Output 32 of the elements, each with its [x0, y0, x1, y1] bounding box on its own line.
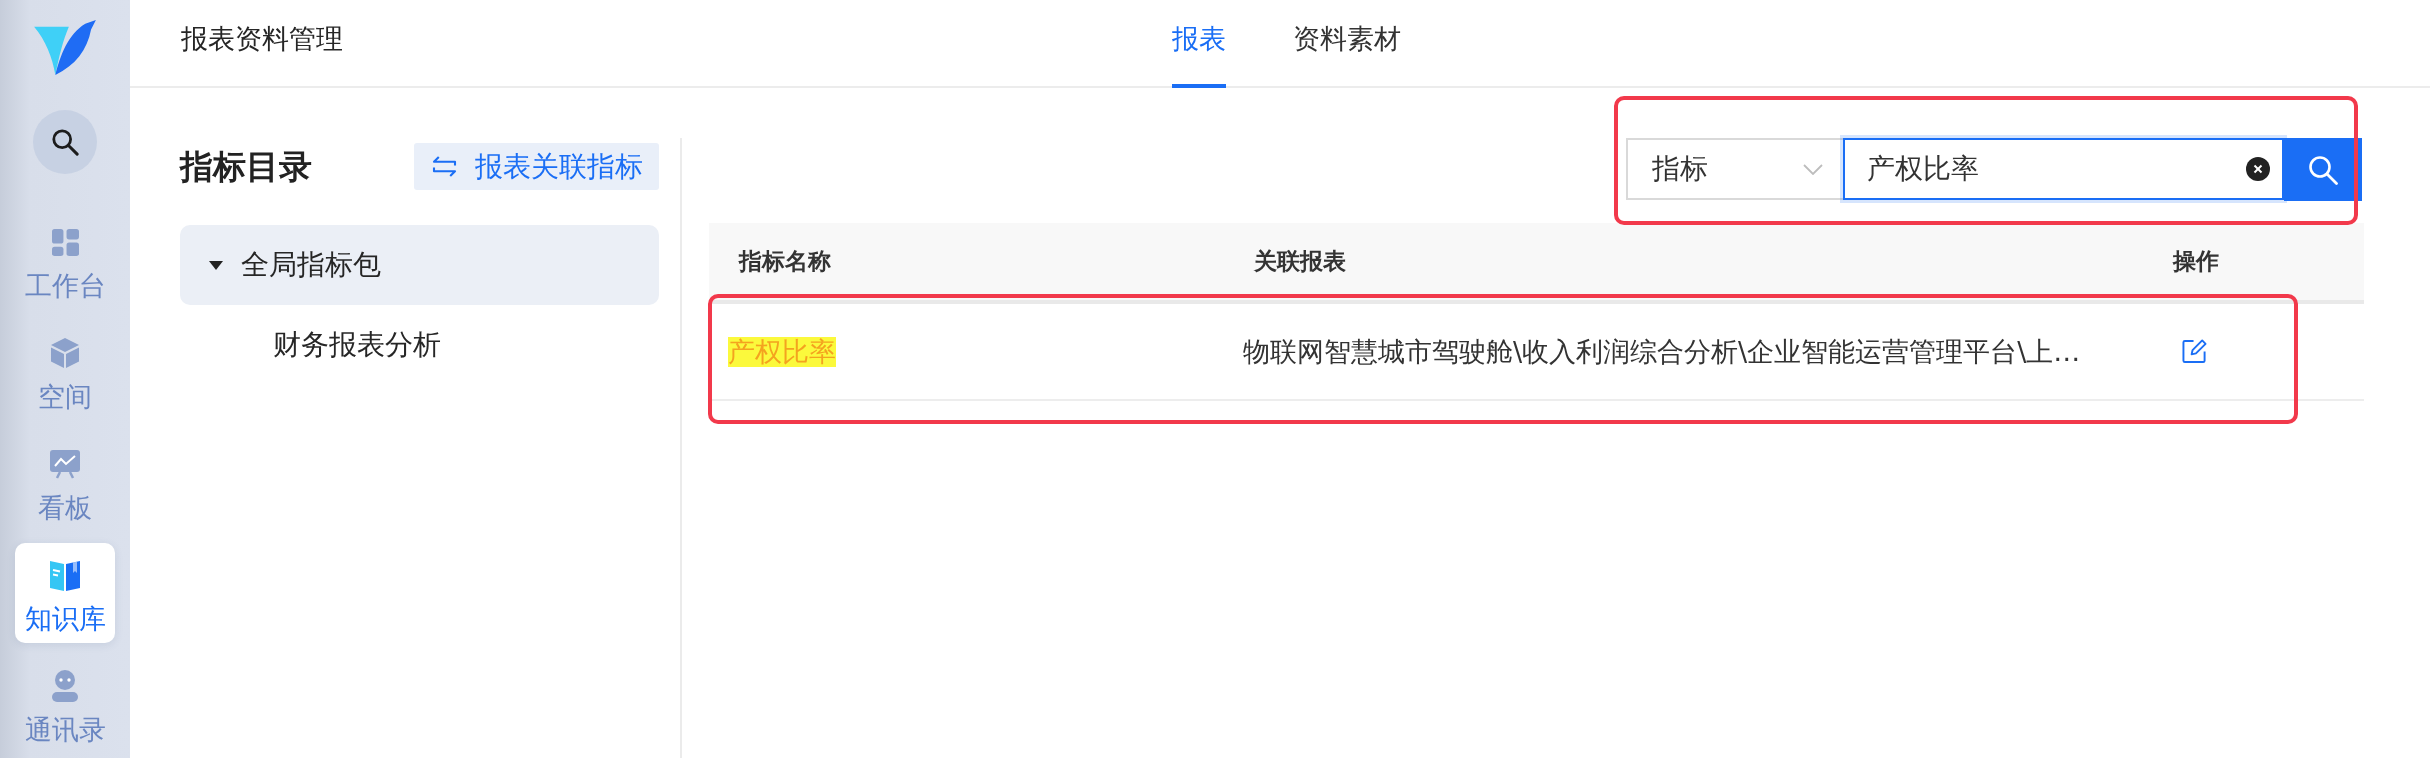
logo-icon [34, 19, 96, 75]
cube-icon [51, 338, 79, 368]
person-icon [50, 670, 80, 702]
highlighted-text: 产权比率 [728, 336, 836, 367]
tree-item[interactable]: 财务报表分析 [180, 305, 659, 385]
tree-item[interactable]: 全局指标包 [180, 225, 659, 305]
cell-text: 物联网智慧城市驾驶舱\收入利润综合分析\企业智能运营管理平台\上… [1243, 336, 2081, 367]
search-icon [51, 128, 79, 156]
tab[interactable]: 资料素材 [1293, 0, 1401, 88]
sidebar-item[interactable]: 工作台 [15, 210, 115, 310]
pencil-icon[interactable] [2182, 339, 2207, 364]
book-icon [49, 559, 81, 591]
caret-down-icon[interactable] [209, 260, 223, 270]
scope-select[interactable]: 指标 [1626, 138, 1843, 200]
clear-icon[interactable] [2246, 157, 2270, 181]
page-title: 报表资料管理 [181, 25, 343, 53]
link-indicators-button[interactable]: 报表关联指标 [414, 143, 659, 190]
chart-board-icon [50, 449, 80, 479]
sidebar-item[interactable]: 知识库 [15, 543, 115, 643]
column-header: 指标名称 [739, 247, 831, 276]
grid-icon [51, 228, 79, 256]
chevron-down-icon [1803, 163, 1823, 175]
tab[interactable]: 报表 [1172, 0, 1226, 88]
panel-title: 指标目录 [180, 146, 312, 187]
sidebar-item[interactable]: 看板 [15, 432, 115, 532]
search-field[interactable]: 产权比率 [1843, 138, 2284, 200]
sidebar-item[interactable]: 空间 [15, 321, 115, 421]
search-icon [2308, 154, 2338, 185]
column-header: 关联报表 [1254, 247, 1346, 276]
swap-arrows-icon [432, 156, 457, 177]
sidebar-item[interactable]: 通讯录 [15, 654, 115, 754]
column-header: 操作 [2173, 247, 2219, 276]
